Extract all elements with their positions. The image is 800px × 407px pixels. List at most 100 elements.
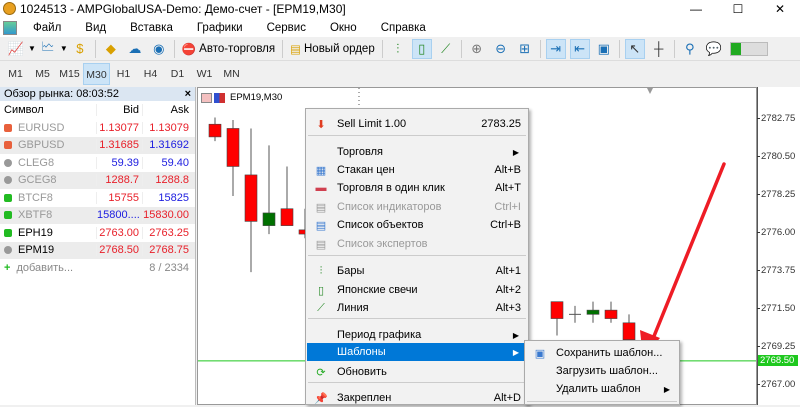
menu-file[interactable]: Файл	[21, 22, 73, 34]
new-order-icon: ▤	[290, 43, 301, 56]
chart-shift-icon[interactable]: ⇤	[569, 38, 590, 59]
symbol-status-icon	[4, 246, 12, 255]
signals-icon[interactable]: ◉	[149, 39, 169, 59]
terminal-icon[interactable]: ☁	[125, 39, 145, 59]
bid-value: 1288.7	[96, 174, 142, 187]
menu-item-8[interactable]: ⫶ Бары Alt+1	[307, 262, 527, 280]
menu-item-label: Шаблоны	[337, 346, 386, 358]
menu-item-7[interactable]: ▤ Список экспертов	[307, 235, 527, 253]
menu-window[interactable]: Окно	[318, 22, 369, 34]
menu-item-11[interactable]: Период графика ▶	[307, 326, 527, 344]
menu-item-shortcut: Alt+2	[495, 284, 521, 296]
menu-item-label: Удалить шаблон	[556, 383, 641, 395]
new-order-button[interactable]: ▤ Новый ордер	[290, 42, 375, 56]
menu-help[interactable]: Справка	[369, 22, 438, 34]
menu-item-3[interactable]: ▦ Стакан цен Alt+B	[307, 161, 527, 179]
new-chart-icon[interactable]: 📈	[6, 39, 26, 59]
menu-item-3[interactable]: Удалить шаблон ▶	[526, 380, 678, 398]
timeframe-h4[interactable]: H4	[137, 63, 164, 85]
close-panel-button[interactable]: ×	[185, 87, 191, 101]
refresh-icon: ⟳	[316, 366, 326, 379]
zoom-out-icon[interactable]: ⊖	[491, 39, 511, 59]
tile-windows-icon[interactable]: ⊞	[515, 39, 535, 59]
symbol-name: BTCF8	[18, 191, 53, 204]
symbol-row[interactable]: GCEG8 1288.7 1288.8	[0, 171, 195, 189]
templates-submenu: ▣ Сохранить шаблон... Загрузить шаблон... У…	[524, 340, 680, 405]
menu-tools[interactable]: Сервис	[255, 22, 318, 34]
line-chart-icon[interactable]: ⟋	[436, 39, 456, 59]
timeframe-m5[interactable]: M5	[29, 63, 56, 85]
auto-scroll-icon[interactable]: ⇥	[545, 38, 566, 59]
symbol-row[interactable]: BTCF8 15755 15825	[0, 189, 195, 207]
crosshair-icon[interactable]: ┼	[649, 39, 669, 59]
add-symbol-label[interactable]: добавить...	[16, 262, 73, 274]
menu-item-shortcut: Alt+1	[495, 265, 521, 277]
menu-item-2[interactable]: Торговля ▶	[307, 143, 527, 161]
price-axis[interactable]: 2782.75 2780.50 2778.25 2776.00 2773.75 2771.…	[757, 87, 800, 405]
menu-item-4[interactable]: ▬ Торговля в один клик Alt+T	[307, 179, 527, 197]
timeframe-w1[interactable]: W1	[191, 63, 218, 85]
menu-item-6[interactable]: ▤ Список объектов Ctrl+B	[307, 216, 527, 234]
price-tick: 2776.00	[757, 227, 795, 238]
dropdown-arrow-icon[interactable]: ▼	[60, 44, 68, 53]
symbol-row[interactable]: EPH19 2763.00 2763.25	[0, 224, 195, 242]
menu-item-1[interactable]: ⬇ Sell Limit 1.00 2783.25	[307, 115, 527, 133]
timeframe-mn[interactable]: MN	[218, 63, 245, 85]
auto-trading-button[interactable]: ⛔ Авто-торговля	[182, 42, 275, 56]
templates-icon[interactable]: ▣	[594, 39, 614, 59]
candlesticks-icon[interactable]: ▯	[411, 38, 432, 59]
experts-list-icon: ▤	[315, 238, 327, 251]
add-symbol-row[interactable]: + добавить... 8 / 2334	[0, 259, 195, 277]
menu-view[interactable]: Вид	[73, 22, 118, 34]
auto-trading-icon: ⛔	[181, 43, 197, 56]
timeframe-m1[interactable]: M1	[2, 63, 29, 85]
zoom-in-icon[interactable]: ⊕	[467, 39, 487, 59]
timeframe-m30[interactable]: M30	[83, 62, 110, 85]
chat-icon[interactable]: 💬	[704, 39, 724, 59]
blank-icon	[314, 328, 328, 342]
column-header-bid[interactable]: Bid	[96, 104, 142, 116]
cursor-icon[interactable]: ↖	[624, 38, 645, 59]
symbol-row[interactable]: XBTF8 15800.... 15830.00	[0, 206, 195, 224]
timeframe-m15[interactable]: M15	[56, 63, 83, 85]
menu-item-5[interactable]: ▤ Список индикаторов Ctrl+I	[307, 198, 527, 216]
menu-insert[interactable]: Вставка	[118, 22, 185, 34]
profiles-icon[interactable]: 🗠	[38, 39, 58, 59]
auto-trading-label: Авто-торговля	[199, 42, 276, 55]
symbol-row[interactable]: GBPUSD 1.31685 1.31692	[0, 136, 195, 154]
market-watch-icon[interactable]: $	[70, 39, 90, 59]
symbol-row[interactable]: EURUSD 1.13077 1.13079	[0, 119, 195, 137]
menu-item-10[interactable]: ⟋ Линия Alt+3	[307, 299, 527, 317]
bar-chart-icon[interactable]: ⫶	[388, 39, 408, 59]
symbol-row[interactable]: CLEG8 59.39 59.40	[0, 154, 195, 172]
dropdown-arrow-icon[interactable]: ▼	[28, 44, 36, 53]
menu-item-1[interactable]: ▣ Сохранить шаблон...	[526, 344, 678, 362]
menu-item-9[interactable]: ▯ Японские свечи Alt+2	[307, 281, 527, 299]
maximize-button[interactable]: ☐	[722, 0, 754, 18]
bid-value: 2768.50	[96, 244, 142, 257]
chart-window-icon[interactable]	[3, 20, 17, 35]
symbol-row[interactable]: EPM19 2768.50 2768.75	[0, 241, 195, 259]
price-tick: 2771.50	[757, 303, 795, 314]
line-chart-icon: ⟋	[317, 301, 325, 314]
column-header-symbol[interactable]: Символ	[0, 104, 96, 116]
column-header-ask[interactable]: Ask	[142, 104, 192, 116]
price-tick: 2780.50	[757, 151, 795, 162]
menu-item-2[interactable]: Загрузить шаблон...	[526, 362, 678, 380]
menu-item-shortcut: Ctrl+B	[490, 219, 521, 231]
timeframe-d1[interactable]: D1	[164, 63, 191, 85]
chart-shift-marker[interactable]	[647, 88, 653, 94]
menu-charts[interactable]: Графики	[185, 22, 255, 34]
separator	[673, 39, 675, 58]
minimize-button[interactable]: —	[680, 0, 712, 18]
menu-item-14[interactable]: 📌 Закреплен Alt+D	[307, 389, 527, 407]
navigator-icon[interactable]: ◆	[101, 39, 121, 59]
market-watch-header: Обзор рынка: 08:03:52 ×	[0, 87, 195, 101]
search-icon[interactable]: ⚲	[680, 39, 700, 59]
submenu-arrow-icon: ▶	[512, 347, 519, 357]
timeframe-h1[interactable]: H1	[110, 63, 137, 85]
close-button[interactable]: ✕	[764, 0, 796, 18]
menu-item-13[interactable]: ⟳ Обновить	[307, 363, 527, 381]
menu-item-12[interactable]: Шаблоны ▶	[307, 343, 527, 361]
sell-limit-icon: ⬇	[316, 118, 326, 131]
